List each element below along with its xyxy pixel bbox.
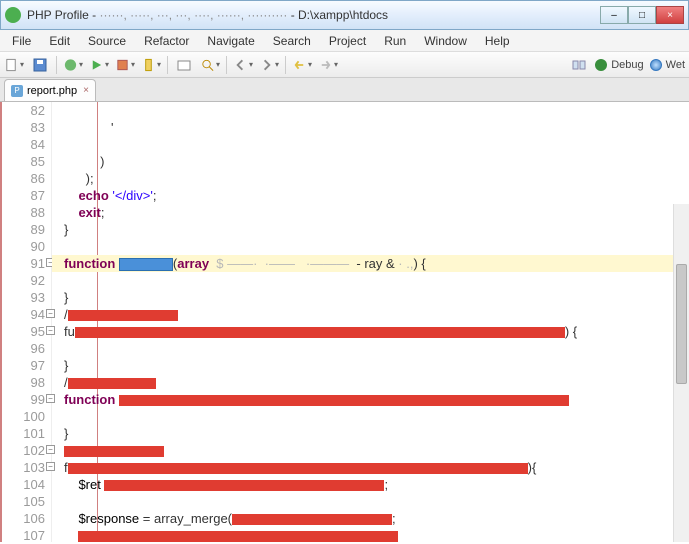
app-icon [5,7,21,23]
torch-button[interactable]: ▾ [141,55,161,75]
code-line[interactable]: } [52,357,689,374]
menu-edit[interactable]: Edit [41,32,78,50]
window-titlebar: PHP Profile - ······, ·····, ···, ···, ·… [0,0,689,30]
minimize-button[interactable]: – [600,6,628,24]
code-line[interactable] [52,408,689,425]
code-line[interactable] [52,442,689,459]
code-line[interactable]: ) [52,153,689,170]
code-line[interactable] [52,102,689,119]
code-line[interactable]: / [52,306,689,323]
maximize-button[interactable]: □ [628,6,656,24]
ext-tools-button[interactable]: ▾ [115,55,135,75]
menu-file[interactable]: File [4,32,39,50]
web-perspective[interactable]: Wet [650,59,685,71]
code-line[interactable]: } [52,221,689,238]
cursor-prev-button[interactable]: ▾ [233,55,253,75]
menu-navigate[interactable]: Navigate [199,32,262,50]
tab-report-php[interactable]: P report.php × [4,79,96,101]
open-type-button[interactable] [174,55,194,75]
tab-close-icon[interactable]: × [83,85,89,96]
php-file-icon: P [11,85,23,97]
code-line[interactable]: function (array $ ——· ·—— ·——— - ray & ·… [52,255,689,272]
scrollbar-thumb[interactable] [676,264,687,384]
debug-perspective[interactable]: Debug [595,59,643,71]
save-button[interactable] [30,55,50,75]
nav-fwd-button[interactable]: ▾ [318,55,338,75]
nav-back-button[interactable]: ▾ [292,55,312,75]
code-line[interactable]: ); [52,170,689,187]
code-line[interactable]: f){ [52,459,689,476]
window-title: PHP Profile - ······, ·····, ···, ···, ·… [27,8,600,22]
code-line[interactable] [52,272,689,289]
code-line[interactable]: $ret ; [52,476,689,493]
globe-icon [650,59,662,71]
toolbar-separator [285,56,286,74]
editor-tabs: P report.php × [0,78,689,102]
run-button[interactable]: ▾ [89,55,109,75]
code-area[interactable]: ' ) ); echo '</div>'; exit;} function (ar… [52,102,689,542]
line-number-gutter: 82838485868788899091−929394−95−96979899−… [0,102,52,542]
code-line[interactable] [52,340,689,357]
menu-help[interactable]: Help [477,32,518,50]
close-button[interactable]: × [656,6,684,24]
menu-bar: File Edit Source Refactor Navigate Searc… [0,30,689,52]
cursor-next-button[interactable]: ▾ [259,55,279,75]
search-button[interactable]: ▾ [200,55,220,75]
debug-run-button[interactable]: ▾ [63,55,83,75]
code-line[interactable]: ' [52,119,689,136]
toolbar-separator [167,56,168,74]
toolbar-separator [56,56,57,74]
toolbar: ▾ ▾ ▾ ▾ ▾ ▾ ▾ ▾ ▾ ▾ Debug Wet [0,52,689,78]
code-line[interactable] [52,527,689,542]
code-line[interactable]: $response = array_merge(; [52,510,689,527]
toolbar-separator [226,56,227,74]
perspective-button[interactable] [569,55,589,75]
menu-search[interactable]: Search [265,32,319,50]
code-line[interactable]: echo '</div>'; [52,187,689,204]
code-line[interactable]: } [52,289,689,306]
new-button[interactable]: ▾ [4,55,24,75]
code-line[interactable]: fu) { [52,323,689,340]
code-line[interactable]: } [52,425,689,442]
code-line[interactable] [52,493,689,510]
code-line[interactable] [52,136,689,153]
menu-window[interactable]: Window [416,32,475,50]
code-line[interactable]: function [52,391,689,408]
code-line[interactable]: exit; [52,204,689,221]
vertical-scrollbar[interactable] [673,204,689,542]
code-line[interactable] [52,238,689,255]
code-editor[interactable]: 82838485868788899091−929394−95−96979899−… [0,102,689,542]
menu-source[interactable]: Source [80,32,134,50]
menu-project[interactable]: Project [321,32,374,50]
tab-label: report.php [27,85,77,97]
bug-icon [595,59,607,71]
menu-refactor[interactable]: Refactor [136,32,197,50]
menu-run[interactable]: Run [376,32,414,50]
code-line[interactable]: / [52,374,689,391]
